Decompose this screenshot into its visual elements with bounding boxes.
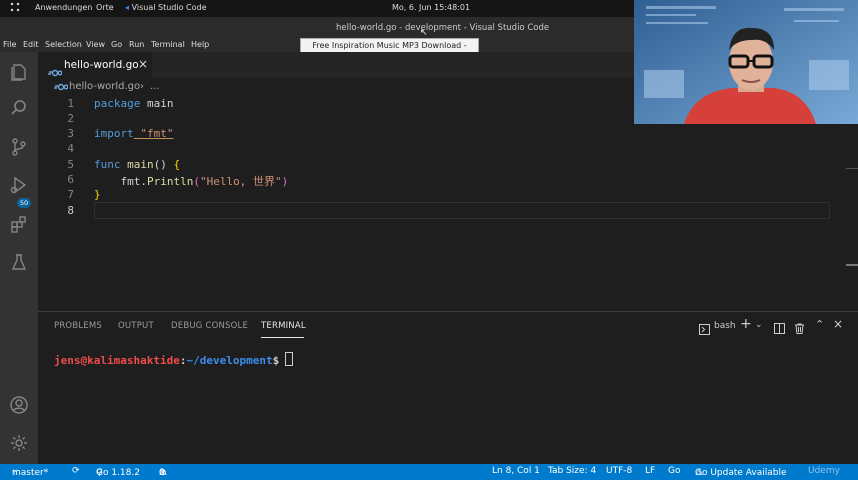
watermark: Udemy: [808, 466, 840, 476]
go-update-label: Go Update Available: [695, 468, 787, 478]
search-icon[interactable]: [8, 97, 30, 119]
clock[interactable]: Mo, 6. Jun 15:48:01: [392, 3, 470, 12]
maximize-panel-icon[interactable]: ⌃: [815, 318, 824, 331]
go-file-icon: [54, 83, 69, 94]
code-line: import "fmt": [94, 127, 174, 140]
paren-close: ): [281, 175, 289, 188]
source-control-icon[interactable]: [8, 136, 30, 158]
string-literal: "fmt": [133, 127, 174, 140]
warning-count: 0: [159, 468, 165, 478]
paren-open: (: [193, 175, 200, 188]
pin-icon: ⚲: [96, 468, 103, 478]
minimap-marker: [846, 264, 858, 266]
app-menu-label: Visual Studio Code: [131, 3, 207, 12]
split-terminal-icon[interactable]: [774, 319, 785, 338]
line-number: 6: [67, 173, 74, 186]
line-number: 5: [67, 158, 74, 171]
chevron-down-icon[interactable]: ⌄: [755, 320, 763, 330]
string-literal: "Hello, 世界": [199, 175, 282, 188]
breadcrumb-separator: ›: [140, 81, 144, 92]
menu-go[interactable]: Go: [111, 40, 122, 49]
language-mode[interactable]: Go: [668, 466, 680, 476]
panel-tab-problems[interactable]: PROBLEMS: [54, 321, 102, 331]
brace: }: [94, 188, 101, 201]
apps-grid-icon[interactable]: [10, 2, 20, 14]
explorer-icon[interactable]: [8, 60, 30, 82]
parens: (): [153, 158, 167, 171]
close-tab-icon[interactable]: ×: [138, 57, 148, 71]
brace: {: [166, 158, 181, 171]
scrollbar-marker: [846, 168, 858, 169]
settings-gear-icon[interactable]: [8, 432, 30, 454]
cursor-position[interactable]: Ln 8, Col 1: [492, 466, 540, 476]
keyword: import: [94, 127, 134, 140]
function-name: Println: [146, 175, 194, 188]
terminal-icon: [699, 320, 710, 339]
prompt-path: ~/development: [186, 354, 273, 367]
menu-view[interactable]: View: [86, 40, 105, 49]
terminal-cursor: [285, 352, 294, 366]
identifier: main: [140, 97, 174, 110]
places-menu[interactable]: Orte: [96, 3, 114, 12]
current-line-highlight: [94, 202, 830, 219]
package-ref: fmt.: [94, 175, 147, 188]
source-control-badge: 50: [17, 198, 31, 208]
status-bar: ⑂ master* ⟳ Go 1.18.2 ⚲ ⊗ 0 ⚠ 0 Ln 8, Co…: [0, 464, 858, 480]
code-editor[interactable]: 1 2 3 4 5 6 7 8 package main import "fmt…: [38, 96, 858, 311]
line-number: 1: [67, 97, 74, 110]
menu-selection[interactable]: Selection: [45, 40, 82, 49]
sync-icon[interactable]: ⟳: [72, 466, 80, 476]
code-line: }: [94, 188, 101, 201]
active-tab-indicator: [261, 337, 304, 338]
panel-tab-debug-console[interactable]: DEBUG CONSOLE: [171, 321, 248, 331]
branch-name: master*: [12, 468, 49, 478]
bottom-panel: PROBLEMS OUTPUT DEBUG CONSOLE TERMINAL b…: [38, 311, 858, 465]
prompt-dollar: $: [272, 354, 280, 367]
line-number: 7: [67, 188, 74, 201]
window-title: hello-world.go - development - Visual St…: [336, 23, 550, 33]
app-menu[interactable]: ◂ Visual Studio Code: [125, 3, 207, 12]
tab-label: hello-world.go: [64, 59, 139, 71]
keyword: package: [94, 97, 141, 110]
extensions-icon[interactable]: [8, 213, 30, 235]
file-encoding[interactable]: UTF-8: [606, 466, 632, 476]
account-icon[interactable]: [8, 394, 30, 416]
trash-icon[interactable]: [794, 319, 805, 338]
line-number: 8: [67, 204, 74, 217]
mouse-pointer-icon: ↖: [420, 28, 428, 38]
menu-file[interactable]: File: [3, 40, 16, 49]
new-terminal-plus-icon[interactable]: +: [740, 316, 752, 332]
code-line: fmt.Println("Hello, 世界"): [94, 173, 288, 189]
end-of-line[interactable]: LF: [645, 466, 655, 476]
menu-run[interactable]: Run: [129, 40, 144, 49]
menu-edit[interactable]: Edit: [23, 40, 39, 49]
webcam-overlay: [634, 0, 858, 124]
prompt-user: jens@kalimashaktide: [54, 354, 180, 367]
run-debug-icon[interactable]: [8, 174, 30, 196]
vscode-icon: ◂: [125, 3, 130, 12]
menu-help[interactable]: Help: [191, 40, 209, 49]
code-line: package main: [94, 97, 173, 110]
tab-hello-world-go[interactable]: hello-world.go ×: [38, 52, 152, 79]
testing-icon[interactable]: [8, 251, 30, 273]
function-name: main: [120, 158, 154, 171]
breadcrumb-file[interactable]: hello-world.go: [69, 81, 140, 92]
line-number: 4: [67, 142, 74, 155]
panel-tab-output[interactable]: OUTPUT: [118, 321, 154, 331]
close-panel-icon[interactable]: ×: [833, 317, 843, 331]
keyword: func: [94, 158, 121, 171]
activity-bar: 50: [0, 52, 38, 464]
line-number: 3: [67, 127, 74, 140]
line-number: 2: [67, 112, 74, 125]
menu-terminal[interactable]: Terminal: [151, 40, 185, 49]
terminal-shell-name[interactable]: bash: [714, 321, 736, 331]
code-line: func main() {: [94, 158, 180, 171]
tab-size[interactable]: Tab Size: 4: [548, 466, 596, 476]
activities-menu[interactable]: Anwendungen: [35, 3, 92, 12]
breadcrumb-symbol[interactable]: ...: [150, 81, 160, 92]
panel-tab-terminal[interactable]: TERMINAL: [261, 321, 306, 331]
webcam-person-image: [634, 0, 858, 124]
terminal-prompt[interactable]: jens@kalimashaktide:~/development$: [54, 352, 294, 367]
